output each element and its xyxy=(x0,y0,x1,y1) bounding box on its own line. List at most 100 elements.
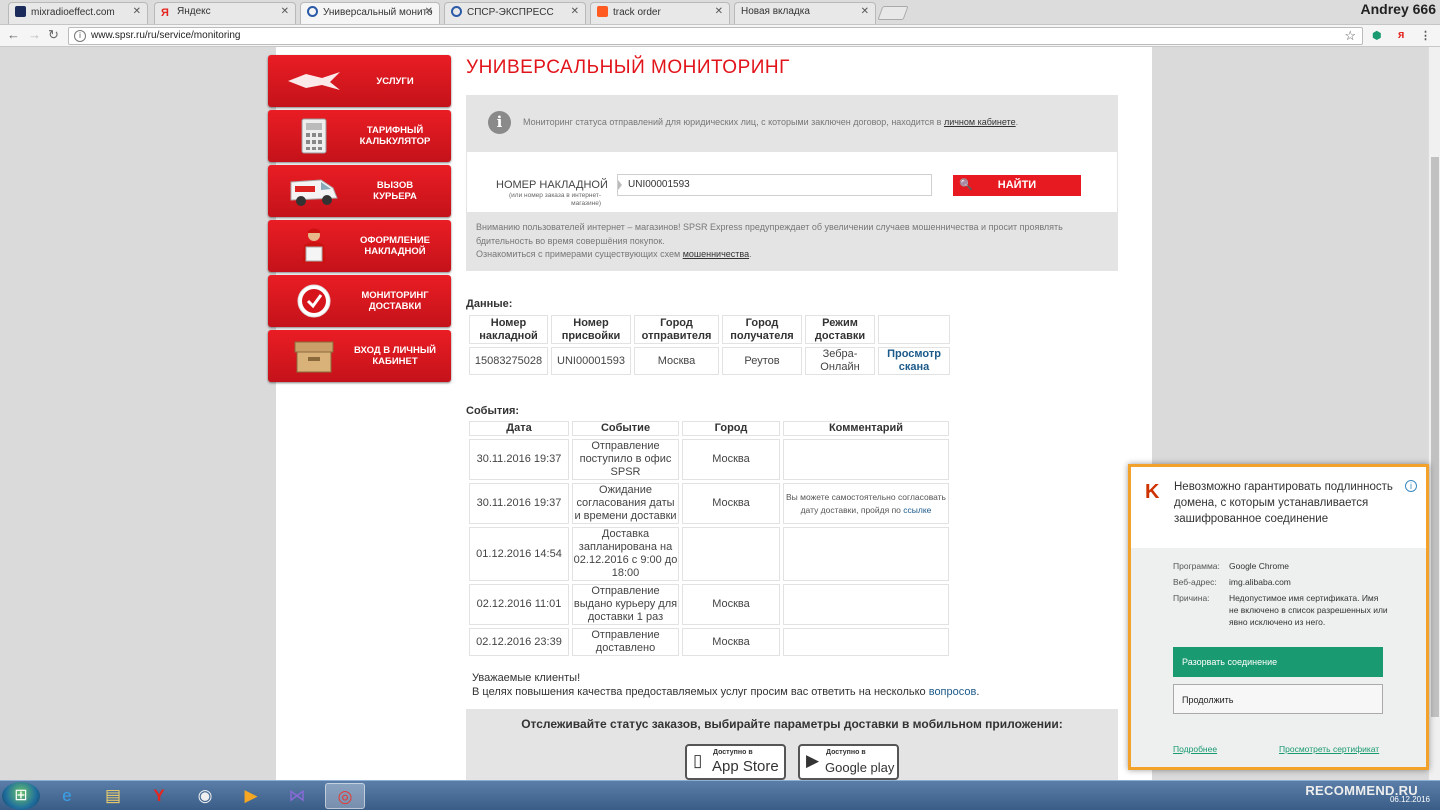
sender-city: Москва xyxy=(634,347,719,375)
monitoring-icon xyxy=(286,282,342,320)
close-tab-icon[interactable]: ✕ xyxy=(133,6,141,17)
column-header: Город xyxy=(682,421,780,436)
info-notice: i Мониторинг статуса отправлений для юри… xyxy=(466,95,1118,152)
column-header: Режим доставки xyxy=(805,315,875,344)
google-play-icon: ▶ xyxy=(806,751,820,770)
reload-icon[interactable]: ↻ xyxy=(48,27,59,43)
waybill-input[interactable]: UNI00001593 xyxy=(617,174,932,196)
address-bar: ← → ↻ i www.spsr.ru/ru/service/monitoring… xyxy=(0,25,1440,47)
events-caption: События: xyxy=(466,405,520,417)
forward-arrow-icon[interactable]: → xyxy=(28,27,41,42)
tab-new[interactable]: Новая вкладка ✕ xyxy=(734,2,876,24)
tab-track-order[interactable]: track order ✕ xyxy=(590,2,730,24)
media-icon[interactable]: ◉ xyxy=(185,783,225,809)
waybill-label: НОМЕР НАКЛАДНОЙ xyxy=(496,179,608,191)
waybill-search-form: НОМЕР НАКЛАДНОЙ (или номер заказа в инте… xyxy=(466,152,1118,212)
info-icon: i xyxy=(488,111,511,134)
system-tray: RECOMMEND.RU 06.12.2016 xyxy=(1286,783,1434,809)
agree-date-link[interactable]: ссылке xyxy=(903,505,931,515)
app-icon[interactable]: ⋈ xyxy=(277,783,317,809)
ie-icon[interactable]: e xyxy=(47,783,87,809)
spsr-favicon-icon xyxy=(307,6,318,17)
app-store-button[interactable]: ▯ Доступно в App Store xyxy=(685,744,786,780)
data-caption: Данные: xyxy=(466,298,513,310)
more-info-link[interactable]: Подробнее xyxy=(1173,744,1217,754)
table-row: 30.11.2016 19:37 Отправление поступило в… xyxy=(469,439,949,480)
continue-button[interactable]: Продолжить xyxy=(1173,684,1383,714)
view-certificate-link[interactable]: Просмотреть сертификат xyxy=(1279,744,1379,754)
tab-yandex[interactable]: Я Яндекс ✕ xyxy=(154,2,296,24)
bookmark-star-icon[interactable]: ☆ xyxy=(1344,28,1356,44)
table-row: 30.11.2016 19:37 Ожидание согласования д… xyxy=(469,483,949,524)
yandex-browser-icon[interactable]: Y xyxy=(139,783,179,809)
table-row: 15083275028 UNI00001593 Москва Реутов Зе… xyxy=(469,347,950,375)
table-row: 02.12.2016 23:39 Отправление доставлено … xyxy=(469,628,949,656)
site-info-icon[interactable]: i xyxy=(74,30,86,42)
kaspersky-logo-icon: K xyxy=(1145,481,1160,503)
find-button[interactable]: 🔍 НАЙТИ xyxy=(953,175,1081,196)
new-tab-button[interactable] xyxy=(877,6,909,20)
shipment-data-table: Номер накладной Номер присвойки Город от… xyxy=(466,312,953,378)
column-header: Дата xyxy=(469,421,569,436)
tab-monitoring[interactable]: Универсальный монито ✕ xyxy=(300,2,440,24)
mobile-app-promo: Отслеживайте статус заказов, выбирайте п… xyxy=(466,709,1118,780)
fraud-warning: Вниманию пользователей интернет – магази… xyxy=(466,212,1118,271)
chrome-icon[interactable]: ◎ xyxy=(325,783,365,809)
sidebar-item-monitoring[interactable]: МОНИТОРИНГ ДОСТАВКИ xyxy=(268,275,451,327)
calculator-icon xyxy=(286,117,342,155)
page-title: УНИВЕРСАЛЬНЫЙ МОНИТОРИНГ xyxy=(466,57,790,78)
search-icon: 🔍 xyxy=(959,179,973,191)
media-player-icon[interactable]: ▶ xyxy=(231,783,271,809)
close-tab-icon[interactable]: ✕ xyxy=(715,6,723,17)
column-header: Событие xyxy=(572,421,679,436)
sidebar-item-services[interactable]: УСЛУГИ xyxy=(268,55,451,107)
table-row: 02.12.2016 11:01 Отправление выдано курь… xyxy=(469,584,949,625)
spsr-favicon-icon xyxy=(451,6,462,17)
sidebar-item-courier[interactable]: ВЫЗОВ КУРЬЕРА xyxy=(268,165,451,217)
page-scrollbar[interactable] xyxy=(1428,47,1440,780)
google-play-button[interactable]: ▶ Доступно в Google play xyxy=(798,744,899,780)
services-icon xyxy=(286,62,342,100)
personal-cabinet-link[interactable]: личном кабинете xyxy=(944,117,1016,127)
tab-mixradioeffect[interactable]: mixradioeffect.com ✕ xyxy=(8,2,148,24)
back-arrow-icon[interactable]: ← xyxy=(7,27,20,42)
explorer-folder-icon[interactable]: ▤ xyxy=(93,783,133,809)
menu-icon[interactable]: ⋮ xyxy=(1420,29,1431,42)
close-tab-icon[interactable]: ✕ xyxy=(571,6,579,17)
assigned-number: UNI00001593 xyxy=(551,347,631,375)
profile-name[interactable]: Andrey 666 xyxy=(1361,1,1436,17)
sidebar-item-waybill[interactable]: ОФОРМЛЕНИЕ НАКЛАДНОЙ xyxy=(268,220,451,272)
extension-icon[interactable]: ⬢ xyxy=(1372,29,1382,42)
scrollbar-thumb[interactable] xyxy=(1431,157,1439,717)
alert-heading: Невозможно гарантировать подлинность дом… xyxy=(1174,481,1393,525)
aliexpress-favicon-icon xyxy=(597,6,608,17)
tab-spsr[interactable]: СПСР-ЭКСПРЕСС ✕ xyxy=(444,2,586,24)
start-button[interactable]: ⊞ xyxy=(2,782,40,810)
close-tab-icon[interactable]: ✕ xyxy=(861,6,869,17)
yandex-extension-icon[interactable]: я xyxy=(1398,29,1404,41)
info-icon[interactable]: i xyxy=(1405,480,1417,492)
url-input[interactable]: i www.spsr.ru/ru/service/monitoring ☆ xyxy=(68,27,1363,45)
table-row: 01.12.2016 14:54 Доставка запланирована … xyxy=(469,527,949,581)
clock-date[interactable]: 06.12.2016 xyxy=(1390,795,1430,804)
courier-van-icon xyxy=(286,172,342,210)
view-scan-link[interactable]: Просмотр скана xyxy=(887,348,941,373)
sidebar-item-calculator[interactable]: ТАРИФНЫЙ КАЛЬКУЛЯТОР xyxy=(268,110,451,162)
column-header: Номер присвойки xyxy=(551,315,631,344)
delivery-mode: Зебра-Онлайн xyxy=(805,347,875,375)
site-favicon-icon xyxy=(15,6,26,17)
apple-icon: ▯ xyxy=(693,751,703,770)
waybill-hint: (или номер заказа в интернет-магазине) xyxy=(508,192,601,207)
survey-link[interactable]: вопросов xyxy=(929,686,977,698)
kaspersky-alert: K Невозможно гарантировать подлинность д… xyxy=(1128,464,1429,770)
sidebar-item-cabinet[interactable]: ВХОД В ЛИЧНЫЙ КАБИНЕТ xyxy=(268,330,451,382)
courier-person-icon xyxy=(286,227,342,265)
break-connection-button[interactable]: Разорвать соединение xyxy=(1173,647,1383,677)
browser-tab-strip: mixradioeffect.com ✕ Я Яндекс ✕ Универсальн… xyxy=(0,0,1440,25)
fraud-link[interactable]: мошенничества xyxy=(683,249,749,259)
waybill-number: 15083275028 xyxy=(469,347,548,375)
close-tab-icon[interactable]: ✕ xyxy=(425,6,433,17)
column-header: Комментарий xyxy=(783,421,949,436)
close-tab-icon[interactable]: ✕ xyxy=(281,6,289,17)
yandex-favicon-icon: Я xyxy=(161,7,169,19)
